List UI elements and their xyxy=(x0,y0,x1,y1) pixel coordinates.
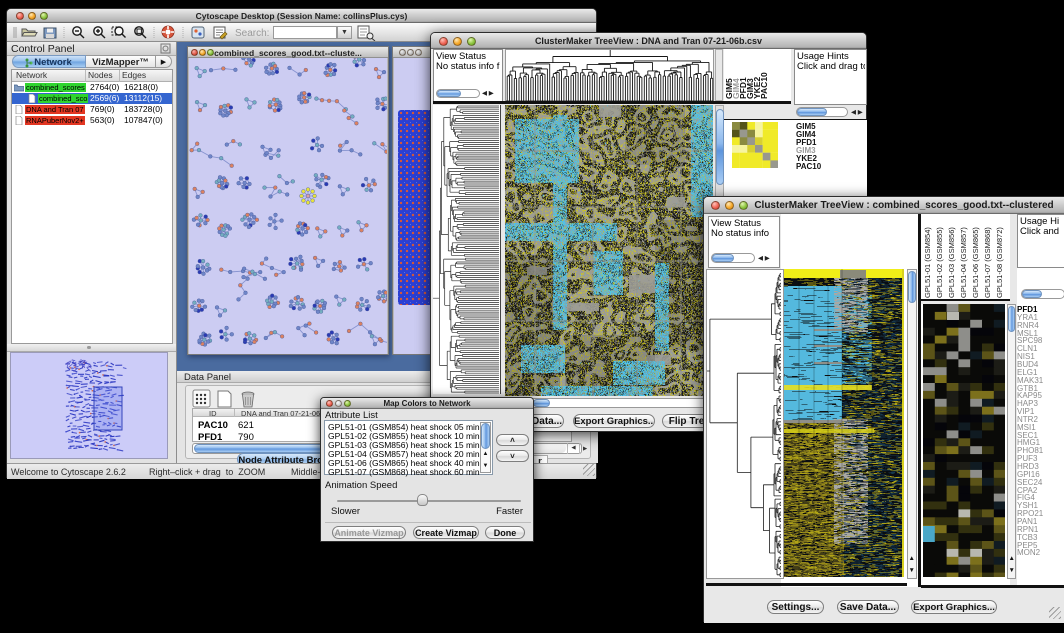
svg-text:Search:: Search: xyxy=(235,28,269,39)
svg-text:GPL51-06 (GSM865): GPL51-06 (GSM865) xyxy=(971,227,980,298)
svg-text:PAC10: PAC10 xyxy=(759,72,769,99)
svg-text:GPL51-03 (GSM856): GPL51-03 (GSM856) xyxy=(947,227,956,298)
svg-text:GPL51-01 (GSM854): GPL51-01 (GSM854) xyxy=(923,227,932,298)
svg-text:GPL51-04 (GSM857): GPL51-04 (GSM857) xyxy=(959,227,968,298)
svg-text:GPL51-08 (GSM872): GPL51-08 (GSM872) xyxy=(995,227,1004,298)
svg-text:GPL51-02 (GSM855): GPL51-02 (GSM855) xyxy=(935,227,944,298)
svg-text:GPL51-07 (GSM868): GPL51-07 (GSM868) xyxy=(983,227,992,298)
